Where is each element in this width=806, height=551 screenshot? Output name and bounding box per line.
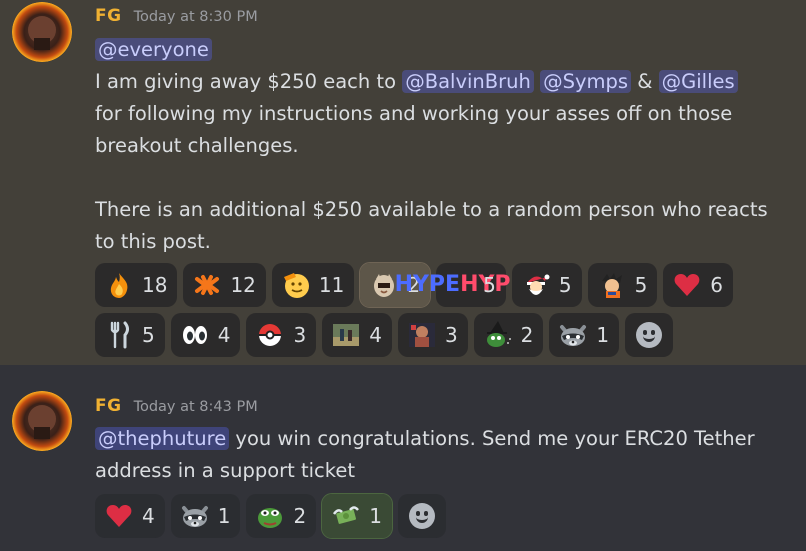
message-header: FG Today at 8:43 PM	[95, 396, 258, 416]
santa-emoji-icon	[521, 270, 551, 300]
reaction-count: 5	[142, 323, 155, 347]
message-text: for following my instructions and workin…	[95, 102, 733, 125]
reaction-count: 1	[596, 323, 610, 347]
mention-user[interactable]: @Gilles	[658, 70, 738, 93]
reaction[interactable]: 4	[95, 494, 165, 538]
pokeball-emoji-icon	[255, 320, 285, 350]
reaction-count: 2	[520, 323, 534, 347]
message: FG Today at 8:43 PM @thephuture you win …	[0, 365, 806, 551]
timestamp[interactable]: Today at 8:30 PM	[134, 9, 258, 25]
message-text: I am giving away $250 each to	[95, 70, 403, 93]
reaction-count: 5	[634, 273, 648, 297]
message-text: you win congratulations. Send me your ER…	[229, 427, 755, 450]
reaction[interactable]: 5	[95, 313, 165, 357]
timestamp[interactable]: Today at 8:43 PM	[134, 399, 258, 415]
reaction-count: 1	[369, 504, 382, 528]
fighter-emoji-icon	[407, 320, 437, 350]
author-name[interactable]: FG	[95, 6, 122, 26]
raccoon-emoji-icon	[558, 320, 588, 350]
add-reaction-button[interactable]	[625, 313, 674, 357]
reaction[interactable]: 2	[473, 313, 544, 357]
reaction-count: 6	[710, 273, 724, 297]
money-fly-emoji-icon	[331, 501, 361, 531]
reaction[interactable]: 12	[183, 263, 266, 307]
raccoon-emoji-icon	[180, 501, 210, 531]
add-reaction-button[interactable]	[397, 494, 446, 538]
message-text: to this post.	[95, 230, 211, 253]
reaction-count: 3	[444, 323, 458, 347]
pepe-witch-emoji-icon	[483, 320, 513, 350]
reaction[interactable]: 3	[246, 313, 317, 357]
fork-knife-emoji-icon	[104, 320, 134, 350]
avatar[interactable]	[12, 391, 72, 451]
reaction-count: 2	[293, 504, 307, 528]
mention-user[interactable]: @BalvinBruh	[402, 70, 534, 93]
reaction-count: 18	[142, 273, 168, 297]
reaction[interactable]: 18	[95, 263, 178, 307]
reaction[interactable]: 1	[170, 494, 241, 538]
message-content: @thephuture you win congratulations. Sen…	[95, 423, 795, 487]
reaction[interactable]: 4	[170, 313, 241, 357]
message-header: FG Today at 8:30 PM	[95, 6, 258, 26]
reaction[interactable]: 11	[271, 263, 355, 307]
message-text: There is an additional $250 available to…	[95, 198, 768, 221]
avatar[interactable]	[12, 2, 72, 62]
hype-emoji-icon: HYPE HYPE	[394, 272, 526, 297]
message-text: address in a support ticket	[95, 459, 356, 482]
pepe-emoji-icon	[255, 501, 285, 531]
reaction-count: 5	[558, 273, 572, 297]
reaction-count: 11	[318, 273, 345, 297]
reaction-count: 5	[483, 273, 496, 297]
reaction[interactable]: 4	[322, 313, 392, 357]
author-name[interactable]: FG	[95, 396, 122, 416]
reaction[interactable]: 5	[511, 263, 582, 307]
mention-user[interactable]: @thephuture	[95, 427, 230, 450]
fire-emoji-icon	[104, 270, 134, 300]
reaction[interactable]: 2	[246, 494, 317, 538]
saluting-face-emoji-icon	[281, 270, 311, 300]
heart-emoji-icon	[104, 501, 134, 531]
anime-character-emoji-icon	[597, 270, 627, 300]
reaction-selected[interactable]: 1	[321, 493, 393, 539]
add-reaction-smiley-icon	[636, 322, 663, 348]
reactions-bar: 18 12 11 2 HYPE HYPE 5 5 5 6 5 4 3 4 3 2…	[95, 262, 795, 357]
mention-everyone[interactable]: @everyone	[95, 38, 212, 61]
reaction[interactable]: 1	[549, 313, 620, 357]
orange-knot-emoji-icon	[192, 270, 222, 300]
reaction-count: 3	[293, 323, 307, 347]
reaction[interactable]: 3	[397, 313, 468, 357]
message-text: breakout challenges.	[95, 134, 299, 157]
eyes-emoji-icon	[180, 320, 210, 350]
reaction[interactable]: 6	[663, 263, 734, 307]
reaction[interactable]: HYPE HYPE 5	[394, 263, 526, 307]
reaction[interactable]: 5	[587, 263, 658, 307]
add-reaction-smiley-icon	[408, 503, 435, 529]
reaction-count: 12	[230, 273, 256, 297]
reaction-count: 4	[142, 504, 155, 528]
photo-emoji-icon	[331, 320, 361, 350]
reaction-count: 4	[217, 323, 231, 347]
reaction-count: 4	[369, 323, 382, 347]
heart-emoji-icon	[672, 270, 702, 300]
message-content: @everyone I am giving away $250 each to …	[95, 34, 795, 258]
message-text: &	[631, 70, 659, 93]
mention-user[interactable]: @Symps	[540, 70, 632, 93]
message-highlighted: FG Today at 8:30 PM @everyone I am givin…	[0, 0, 806, 365]
reaction-count: 1	[217, 504, 231, 528]
reactions-bar: 4 1 2 1	[95, 493, 795, 539]
